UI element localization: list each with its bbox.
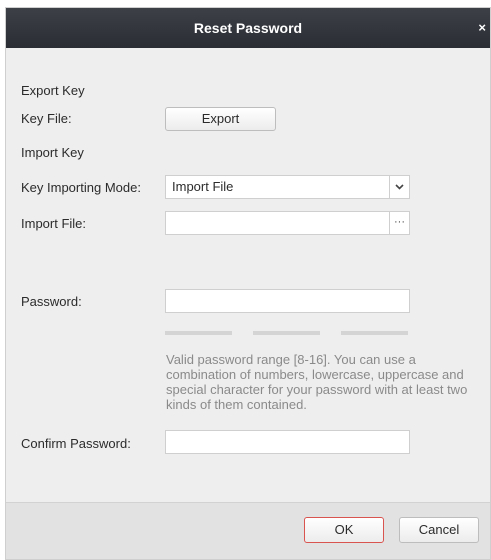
password-hint: Valid password range [8-16]. You can use…: [166, 352, 468, 412]
close-icon[interactable]: ×: [478, 8, 486, 48]
key-importing-mode-label: Key Importing Mode:: [21, 180, 141, 195]
strength-bar-weak: [165, 331, 232, 335]
export-button[interactable]: Export: [165, 107, 276, 131]
password-input[interactable]: [165, 289, 410, 313]
import-file-field[interactable]: ···: [165, 211, 410, 235]
export-key-section-title: Export Key: [21, 83, 85, 98]
ok-button[interactable]: OK: [304, 517, 384, 543]
key-importing-mode-select[interactable]: Import File: [165, 175, 410, 199]
password-label: Password:: [21, 294, 82, 309]
cancel-button[interactable]: Cancel: [399, 517, 479, 543]
strength-bar-medium: [253, 331, 320, 335]
reset-password-dialog: Reset Password × Export Key Key File: Ex…: [5, 7, 491, 560]
import-file-label: Import File:: [21, 216, 87, 231]
dialog-titlebar: Reset Password ×: [6, 8, 490, 48]
dialog-footer: OK Cancel: [6, 502, 490, 559]
confirm-password-label: Confirm Password:: [21, 436, 131, 451]
key-importing-mode-value: Import File: [172, 179, 234, 194]
key-file-label: Key File:: [21, 111, 72, 126]
import-key-section-title: Import Key: [21, 145, 84, 160]
confirm-password-input[interactable]: [165, 430, 410, 454]
chevron-down-icon[interactable]: [389, 176, 409, 198]
browse-ellipsis-icon[interactable]: ···: [389, 212, 409, 234]
dialog-title: Reset Password: [193, 20, 303, 36]
strength-bar-strong: [341, 331, 408, 335]
